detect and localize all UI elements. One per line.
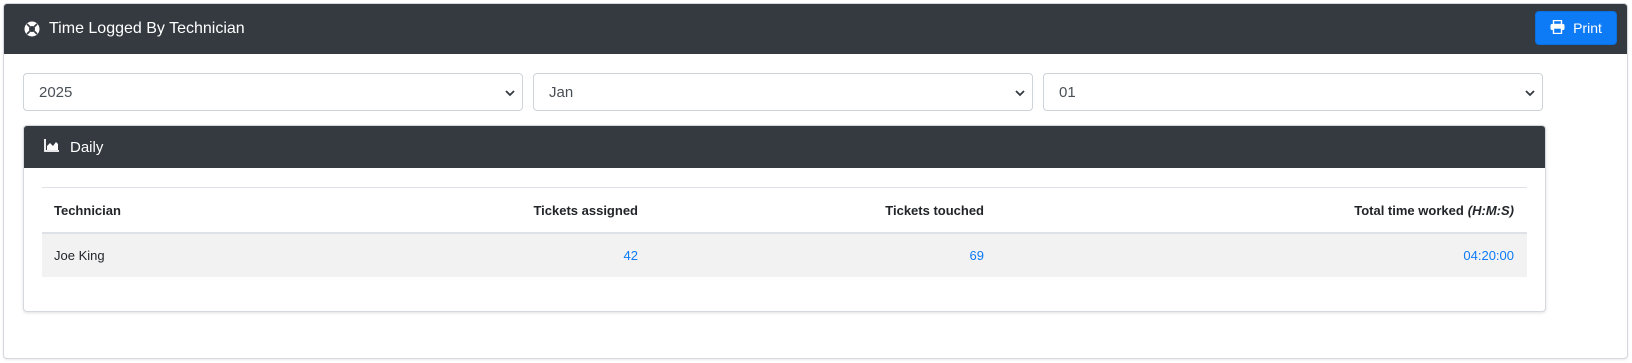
table-header-row: Technician Tickets assigned Tickets touc… xyxy=(42,187,1527,234)
tickets-assigned-link[interactable]: 42 xyxy=(342,234,638,277)
print-button[interactable]: Print xyxy=(1535,11,1617,45)
card-header: Time Logged By Technician Print xyxy=(4,4,1627,54)
year-select[interactable]: 2025 xyxy=(23,73,523,111)
chevron-down-icon xyxy=(1524,86,1536,103)
chevron-down-icon xyxy=(504,86,516,103)
area-chart-icon xyxy=(44,138,60,156)
tickets-touched-link[interactable]: 69 xyxy=(682,234,984,277)
daily-card: Daily Technician Tickets assigned Ticket… xyxy=(23,125,1546,312)
month-select-value: Jan xyxy=(549,83,574,101)
date-filters: 2025 Jan 01 xyxy=(23,73,1607,111)
technician-table: Technician Tickets assigned Tickets touc… xyxy=(42,187,1527,277)
column-header-total-time[interactable]: Total time worked (H:M:S) xyxy=(1042,188,1514,232)
column-header-tickets-assigned[interactable]: Tickets assigned xyxy=(342,188,638,232)
day-select-value: 01 xyxy=(1059,83,1076,101)
printer-icon xyxy=(1550,19,1565,37)
column-header-technician[interactable]: Technician xyxy=(54,188,354,232)
table-row: Joe King 42 69 04:20:00 xyxy=(42,234,1527,277)
day-select[interactable]: 01 xyxy=(1043,73,1543,111)
month-select[interactable]: Jan xyxy=(533,73,1033,111)
total-time-link[interactable]: 04:20:00 xyxy=(1042,234,1514,277)
total-time-label: Total time worked xyxy=(1354,202,1464,218)
page-title: Time Logged By Technician xyxy=(24,4,245,54)
column-header-tickets-touched[interactable]: Tickets touched xyxy=(682,188,984,232)
technician-name: Joe King xyxy=(54,248,105,263)
total-time-unit: (H:M:S) xyxy=(1467,202,1514,218)
print-button-label: Print xyxy=(1573,20,1602,36)
daily-title: Daily xyxy=(70,138,104,156)
chevron-down-icon xyxy=(1014,86,1026,103)
daily-header: Daily xyxy=(24,126,1545,168)
year-select-value: 2025 xyxy=(39,83,73,101)
time-logged-card: Time Logged By Technician Print 2025 Jan xyxy=(3,3,1628,359)
page-title-text: Time Logged By Technician xyxy=(49,20,245,37)
life-ring-icon xyxy=(24,21,40,37)
